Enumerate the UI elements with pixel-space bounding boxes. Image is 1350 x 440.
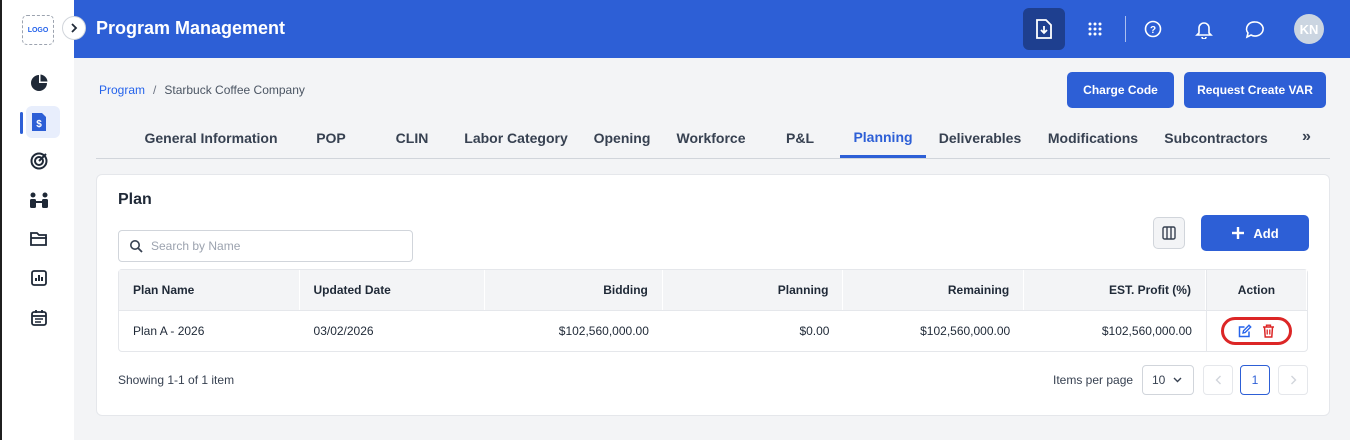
table-row: Plan A - 2026 03/02/2026 $102,560,000.00… [119, 310, 1307, 351]
cell-bidding: $102,560,000.00 [485, 310, 663, 351]
column-header-action: Action [1205, 270, 1307, 310]
chat-button[interactable] [1234, 8, 1276, 50]
user-avatar[interactable]: KN [1294, 14, 1324, 44]
breadcrumb-separator: / [153, 83, 157, 97]
column-settings-button[interactable] [1153, 217, 1185, 249]
target-icon[interactable] [28, 150, 50, 172]
tab-deliverables[interactable]: Deliverables [932, 118, 1028, 158]
bell-icon [1195, 21, 1213, 39]
svg-text:?: ? [1150, 25, 1156, 36]
tabs-more-button[interactable]: » [1302, 128, 1311, 146]
folder-icon[interactable] [28, 228, 50, 250]
tab-pop[interactable]: POP [301, 118, 361, 158]
search-input[interactable] [151, 231, 406, 261]
plus-icon [1232, 227, 1245, 239]
column-header-updated-date[interactable]: Updated Date [299, 270, 486, 310]
items-per-page-value: 10 [1152, 373, 1166, 387]
sidebar-toggle-button[interactable] [62, 16, 86, 40]
table-header-row: Plan Name Updated Date Bidding Planning … [119, 270, 1307, 310]
bar-chart-icon[interactable] [28, 267, 50, 289]
charge-code-button[interactable]: Charge Code [1067, 72, 1174, 108]
svg-text:$: $ [36, 119, 42, 130]
column-header-remaining[interactable]: Remaining [843, 270, 1025, 310]
people-icon[interactable] [28, 189, 50, 211]
breadcrumb-program-link[interactable]: Program [99, 83, 145, 97]
chat-icon [1245, 20, 1264, 38]
dollar-document-icon[interactable]: $ [28, 111, 50, 133]
edit-icon[interactable] [1238, 324, 1253, 338]
cell-est-profit: $102,560,000.00 [1024, 310, 1206, 351]
request-create-var-button[interactable]: Request Create VAR [1184, 72, 1326, 108]
column-header-bidding[interactable]: Bidding [485, 270, 663, 310]
pagination-summary: Showing 1-1 of 1 item [118, 373, 235, 387]
pie-chart-icon[interactable] [28, 72, 50, 94]
page-1-button[interactable]: 1 [1240, 365, 1270, 395]
app-logo: LOGO [22, 15, 54, 45]
plan-card: Plan Add Plan Name Updated Date Bidding … [96, 174, 1330, 416]
apps-grid-icon [1088, 22, 1102, 36]
cell-planning: $0.00 [662, 310, 844, 351]
breadcrumb: Program / Starbuck Coffee Company [99, 83, 305, 97]
tab-subcontractors[interactable]: Subcontractors [1158, 118, 1274, 158]
page-title: Program Management [96, 18, 286, 38]
prev-page-button[interactable] [1203, 365, 1233, 395]
cell-remaining: $102,560,000.00 [843, 310, 1025, 351]
chevron-down-icon [1173, 377, 1182, 383]
tab-workforce[interactable]: Workforce [668, 118, 754, 158]
column-header-plan-name[interactable]: Plan Name [119, 270, 300, 310]
column-header-est-profit[interactable]: EST. Profit (%) [1024, 270, 1206, 310]
plan-table: Plan Name Updated Date Bidding Planning … [118, 269, 1308, 352]
tab-labor-category[interactable]: Labor Category [456, 118, 576, 158]
chevron-right-icon [1290, 375, 1296, 385]
add-button-label: Add [1253, 225, 1279, 241]
tab-general-information[interactable]: General Information [136, 118, 286, 158]
tab-modifications[interactable]: Modifications [1038, 118, 1148, 158]
tab-bar: General Information POP CLIN Labor Categ… [96, 118, 1330, 159]
search-box [118, 230, 413, 262]
help-icon: ? [1144, 20, 1162, 38]
delete-icon[interactable] [1262, 324, 1275, 338]
download-icon [1036, 19, 1052, 39]
breadcrumb-current: Starbuck Coffee Company [164, 83, 305, 97]
cell-updated-date: 03/02/2026 [299, 310, 486, 351]
search-icon [130, 240, 143, 253]
chevron-right-icon [71, 23, 78, 33]
notifications-button[interactable] [1183, 8, 1225, 50]
tab-clin[interactable]: CLIN [381, 118, 443, 158]
tab-planning[interactable]: Planning [840, 118, 926, 158]
row-actions-highlight [1221, 317, 1293, 345]
chevron-left-icon [1215, 375, 1221, 385]
add-plan-button[interactable]: Add [1201, 215, 1309, 251]
columns-icon [1162, 226, 1176, 240]
column-header-planning[interactable]: Planning [662, 270, 844, 310]
items-per-page-select[interactable]: 10 [1142, 365, 1194, 395]
cell-action [1205, 310, 1307, 351]
plan-section-title: Plan [118, 191, 152, 208]
next-page-button[interactable] [1278, 365, 1308, 395]
cell-plan-name: Plan A - 2026 [119, 310, 300, 351]
apps-grid-button[interactable] [1074, 8, 1116, 50]
top-header: Program Management ? KN [74, 0, 1350, 58]
download-button[interactable] [1023, 8, 1065, 50]
header-divider [1125, 16, 1126, 42]
tab-opening[interactable]: Opening [586, 118, 658, 158]
help-button[interactable]: ? [1132, 8, 1174, 50]
calendar-icon[interactable] [28, 306, 50, 328]
tab-pnl[interactable]: P&L [771, 118, 829, 158]
items-per-page-label: Items per page [1053, 373, 1134, 387]
sidebar-active-indicator [20, 112, 23, 134]
left-sidebar: LOGO $ [0, 0, 74, 440]
